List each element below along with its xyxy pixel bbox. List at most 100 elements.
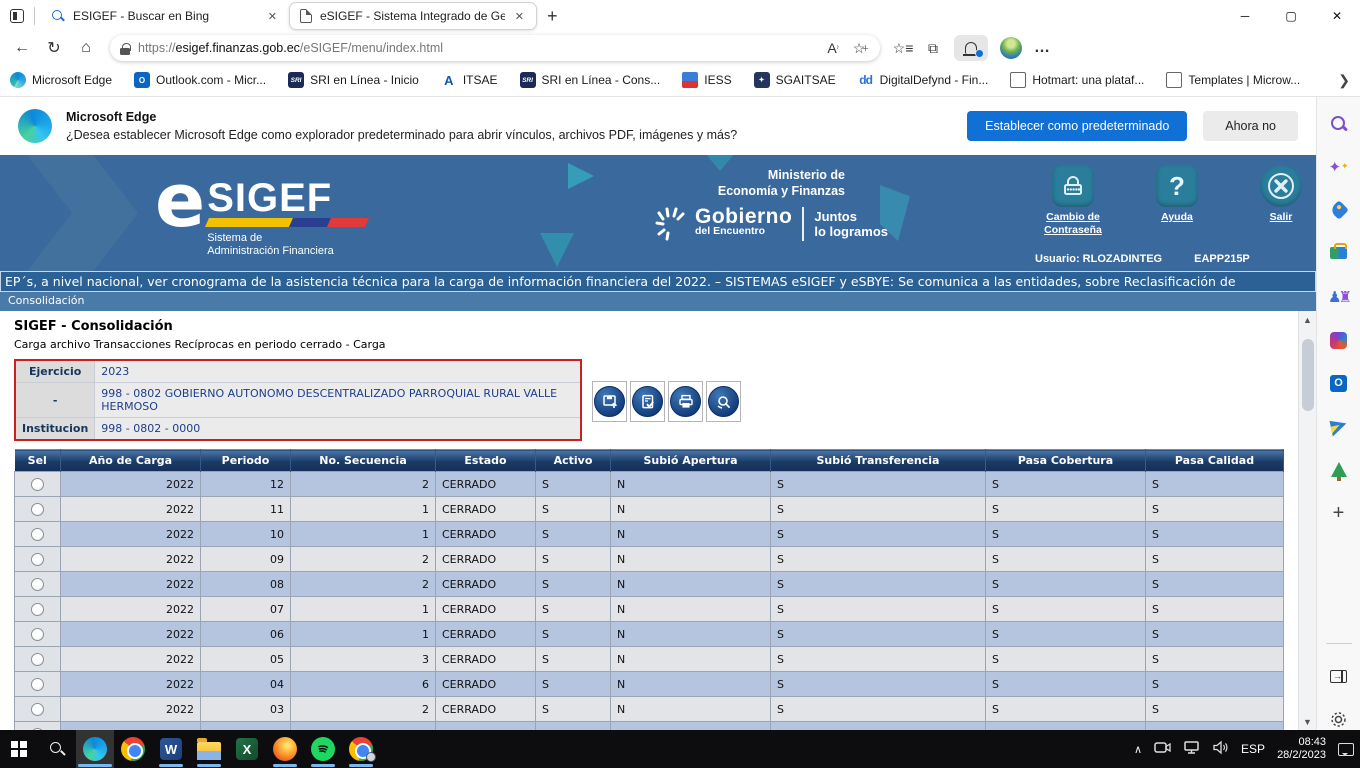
chrome-icon[interactable] xyxy=(114,730,152,768)
cell: 2 xyxy=(291,697,436,722)
print-button[interactable] xyxy=(668,381,703,422)
file-explorer-icon[interactable] xyxy=(190,730,228,768)
exit-button[interactable]: Salir xyxy=(1243,165,1316,237)
scroll-down-icon[interactable]: ▼ xyxy=(1301,714,1315,729)
tab-esigef-bing[interactable]: ESIGEF - Buscar en Bing ✕ xyxy=(41,2,289,30)
add-favorite-icon[interactable]: ☆＋ xyxy=(852,39,870,57)
read-aloud-icon[interactable]: A⁾ xyxy=(824,39,842,57)
new-tab-button[interactable]: + xyxy=(547,6,558,27)
home-icon[interactable]: ⌂ xyxy=(72,34,100,62)
bookmark-item[interactable]: AITSAE xyxy=(441,72,498,88)
language-indicator[interactable]: ESP xyxy=(1241,742,1265,756)
volume-icon[interactable] xyxy=(1212,740,1229,758)
settings-icon[interactable] xyxy=(1328,709,1350,730)
profile-avatar[interactable] xyxy=(1000,37,1022,59)
close-tab-icon[interactable]: ✕ xyxy=(513,10,526,23)
chrome-profile-icon[interactable] xyxy=(342,730,380,768)
collections-icon[interactable]: ⧉ xyxy=(924,39,942,57)
tools-icon[interactable] xyxy=(1328,243,1350,264)
set-default-button[interactable]: Establecer como predeterminado xyxy=(967,111,1187,141)
row-select-radio[interactable] xyxy=(31,503,44,516)
bookmark-item[interactable]: SRISRI en Línea - Cons... xyxy=(520,72,661,88)
start-icon[interactable] xyxy=(0,730,38,768)
row-select-radio[interactable] xyxy=(31,703,44,716)
row-select-radio[interactable] xyxy=(31,678,44,691)
row-select-radio[interactable] xyxy=(31,478,44,491)
firefox-icon[interactable] xyxy=(266,730,304,768)
not-now-button[interactable]: Ahora no xyxy=(1203,111,1298,141)
clock[interactable]: 08:43 28/2/2023 xyxy=(1277,736,1326,762)
games-icon[interactable]: ♟♜ xyxy=(1328,286,1350,307)
scroll-up-icon[interactable]: ▲ xyxy=(1301,312,1315,327)
discover-icon[interactable]: ✦✦ xyxy=(1328,156,1350,177)
bookmark-item[interactable]: IESS xyxy=(682,72,731,88)
bookmark-item[interactable]: ✦SGAITSAE xyxy=(754,72,836,88)
sel-cell xyxy=(15,547,61,572)
bookmark-item[interactable]: Templates | Microw... xyxy=(1166,72,1300,88)
cell: S xyxy=(536,497,611,522)
esigef-header: e SIGEF Sistema deAdministración Financi… xyxy=(0,155,1316,271)
url-text[interactable]: https://esigef.finanzas.gob.ec/eSIGEF/me… xyxy=(138,41,816,55)
row-select-radio[interactable] xyxy=(31,603,44,616)
bookmark-item[interactable]: OOutlook.com - Micr... xyxy=(134,72,266,88)
close-tab-icon[interactable]: ✕ xyxy=(266,10,279,23)
content-scrollbar[interactable]: ▲ ▼ xyxy=(1298,311,1316,730)
hidden-icons-icon[interactable]: ∧ xyxy=(1134,743,1142,756)
taskbar-search-icon[interactable] xyxy=(38,730,76,768)
refresh-icon[interactable]: ↻ xyxy=(40,34,68,62)
sri-icon: SRI xyxy=(520,72,536,88)
bookmark-item[interactable]: SRISRI en Línea - Inicio xyxy=(288,72,419,88)
tab-bar: ESIGEF - Buscar en Bing ✕ eSIGEF - Siste… xyxy=(0,0,1360,32)
spotify-icon[interactable] xyxy=(304,730,342,768)
close-window-button[interactable]: ✕ xyxy=(1314,0,1360,32)
row-select-radio[interactable] xyxy=(31,528,44,541)
row-select-radio[interactable] xyxy=(31,628,44,641)
maximize-button[interactable]: ▢ xyxy=(1268,0,1314,32)
bookmarks-overflow-icon[interactable]: ❯ xyxy=(1338,72,1350,89)
bookmark-item[interactable]: ddDigitalDefynd - Fin... xyxy=(858,72,989,88)
search-icon[interactable] xyxy=(1328,113,1350,134)
word-icon[interactable]: W xyxy=(152,730,190,768)
help-button[interactable]: ? Ayuda xyxy=(1139,165,1215,237)
open-panel-icon[interactable] xyxy=(1328,666,1350,687)
validate-icon xyxy=(632,386,663,417)
row-select-radio[interactable] xyxy=(31,653,44,666)
more-icon[interactable]: … xyxy=(1034,39,1051,57)
change-password-button[interactable]: Cambio de Contraseña xyxy=(1035,165,1111,237)
excel-icon[interactable]: X xyxy=(228,730,266,768)
microsoft365-icon[interactable] xyxy=(1328,329,1350,350)
bookmark-item[interactable]: Hotmart: una plataf... xyxy=(1010,72,1144,88)
bookmark-item[interactable]: Microsoft Edge xyxy=(10,72,112,88)
cell: S xyxy=(536,597,611,622)
row-select-radio[interactable] xyxy=(31,578,44,591)
outlook-icon[interactable]: O xyxy=(1328,373,1350,394)
notifications-bell-icon[interactable] xyxy=(954,35,988,61)
save-upload-button[interactable] xyxy=(592,381,627,422)
row-select-radio[interactable] xyxy=(31,553,44,566)
add-icon[interactable]: + xyxy=(1328,503,1350,525)
shopping-icon[interactable] xyxy=(1328,200,1350,221)
meet-now-icon[interactable] xyxy=(1154,740,1171,758)
validate-button[interactable] xyxy=(630,381,665,422)
notification-area-icon[interactable] xyxy=(1338,743,1354,756)
address-bar[interactable]: https://esigef.finanzas.gob.ec/eSIGEF/me… xyxy=(110,35,880,61)
sel-cell xyxy=(15,622,61,647)
network-icon[interactable] xyxy=(1183,740,1200,758)
consult-button[interactable] xyxy=(706,381,741,422)
minimize-button[interactable]: ─ xyxy=(1222,0,1268,32)
tab-actions-menu-icon[interactable] xyxy=(0,0,34,32)
favorites-icon[interactable]: ☆≡ xyxy=(894,39,912,57)
toolbar-icon-group: ☆≡ ⧉ … xyxy=(894,35,1051,61)
scrollbar-thumb[interactable] xyxy=(1302,339,1314,411)
tree-icon[interactable] xyxy=(1328,459,1350,480)
back-icon[interactable]: ← xyxy=(8,34,36,62)
cell: 1 xyxy=(291,522,436,547)
edge-icon[interactable] xyxy=(76,730,114,768)
gobierno-logo: Gobierno del Encuentro Juntoslo logramos xyxy=(655,207,888,241)
tab-esigef-app[interactable]: eSIGEF - Sistema Integrado de Ge ✕ xyxy=(289,2,537,30)
drop-icon[interactable] xyxy=(1328,416,1350,437)
system-tray: ∧ ESP 08:43 28/2/2023 xyxy=(1134,730,1354,768)
col-apertura: Subió Apertura xyxy=(611,450,771,472)
cell: S xyxy=(771,647,986,672)
lock-icon[interactable] xyxy=(120,43,130,55)
